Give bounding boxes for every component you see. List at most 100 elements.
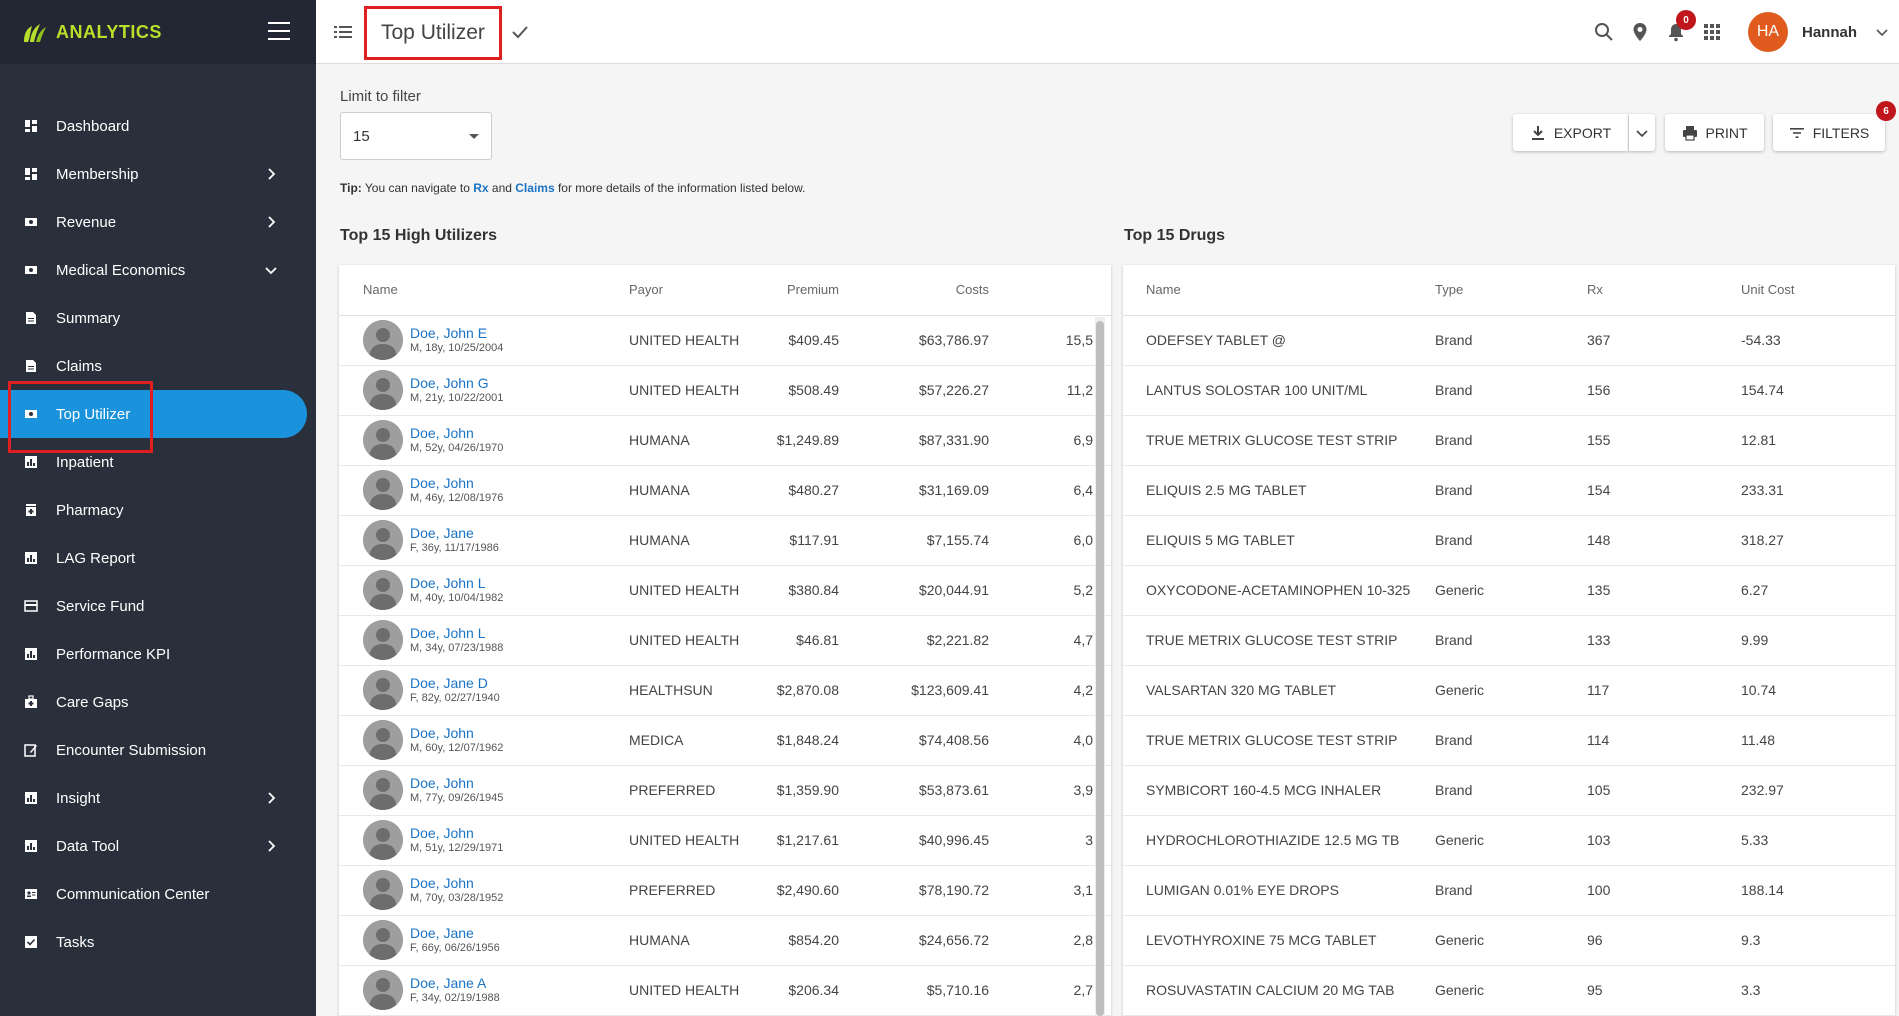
sidebar-item-insight[interactable]: Insight	[0, 774, 316, 822]
table-row[interactable]: TRUE METRIX GLUCOSE TEST STRIP Brand 114 11…	[1123, 715, 1895, 766]
table-row[interactable]: OXYCODONE-ACETAMINOPHEN 10-325 Generic 135…	[1123, 565, 1895, 616]
notifications-button[interactable]: 0	[1658, 10, 1696, 50]
table-row[interactable]: Doe, John M, 52y, 04/26/1970 HUMANA $1,249.…	[339, 415, 1111, 466]
member-name-link[interactable]: Doe, John G	[410, 375, 503, 392]
drug-rx-cell: 96	[1577, 915, 1731, 966]
table-row[interactable]: LUMIGAN 0.01% EYE DROPS Brand 100 188.14	[1123, 865, 1895, 916]
chevron-right-icon[interactable]	[264, 167, 278, 181]
export-button[interactable]: EXPORT	[1513, 114, 1628, 151]
table-row[interactable]: Doe, Jane F, 66y, 06/26/1956 HUMANA $854.20…	[339, 915, 1111, 966]
member-name-link[interactable]: Doe, Jane	[410, 525, 499, 542]
member-name-link[interactable]: Doe, Jane D	[410, 675, 500, 692]
chevron-down-icon[interactable]	[1875, 25, 1889, 39]
table-row[interactable]: Doe, John L M, 40y, 10/04/1982 UNITED HEAL…	[339, 565, 1111, 616]
column-header-drug-name[interactable]: Name	[1123, 265, 1425, 316]
table-row[interactable]: SYMBICORT 160-4.5 MCG INHALER Brand 105 232…	[1123, 765, 1895, 816]
sidebar-item-membership[interactable]: Membership	[0, 150, 316, 198]
member-name-link[interactable]: Doe, John	[410, 825, 503, 842]
table-row[interactable]: LANTUS SOLOSTAR 100 UNIT/ML Brand 156 154.7…	[1123, 365, 1895, 416]
column-header-name[interactable]: Name	[339, 265, 619, 316]
sidebar-item-service-fund[interactable]: Service Fund	[0, 582, 316, 630]
member-name-link[interactable]: Doe, John	[410, 725, 503, 742]
column-header-payor[interactable]: Payor	[619, 265, 739, 316]
chevron-right-icon[interactable]	[264, 839, 278, 853]
member-name-link[interactable]: Doe, John	[410, 475, 503, 492]
table-row[interactable]: ELIQUIS 2.5 MG TABLET Brand 154 233.31	[1123, 465, 1895, 516]
chevron-down-icon[interactable]	[264, 263, 278, 277]
table-row[interactable]: ROSUVASTATIN CALCIUM 20 MG TAB Generic 95 3…	[1123, 965, 1895, 1016]
table-row[interactable]: Doe, John G M, 21y, 10/22/2001 UNITED HEAL…	[339, 365, 1111, 416]
sidebar-item-communication-center[interactable]: Communication Center	[0, 870, 316, 918]
column-header-premium[interactable]: Premium	[739, 265, 849, 316]
costs-cell: $5,710.16	[849, 965, 999, 1016]
rx-link[interactable]: Rx	[473, 181, 488, 195]
column-header-costs[interactable]: Costs	[849, 265, 999, 316]
table-row[interactable]: TRUE METRIX GLUCOSE TEST STRIP Brand 155 12…	[1123, 415, 1895, 466]
table-row[interactable]: HYDROCHLOROTHIAZIDE 12.5 MG TB Generic 103…	[1123, 815, 1895, 866]
user-avatar[interactable]: HA	[1747, 12, 1788, 52]
sidebar-item-pharmacy[interactable]: Pharmacy	[0, 486, 316, 534]
sidebar-item-tasks[interactable]: Tasks	[0, 918, 316, 966]
member-name-link[interactable]: Doe, John L	[410, 625, 503, 642]
scrollbar-thumb[interactable]	[1096, 321, 1104, 1016]
table-row[interactable]: Doe, John M, 60y, 12/07/1962 MEDICA $1,848.…	[339, 715, 1111, 766]
table-row[interactable]: Doe, John M, 46y, 12/08/1976 HUMANA $480.27…	[339, 465, 1111, 516]
member-name-link[interactable]: Doe, John L	[410, 575, 503, 592]
main-content: Limit to filter 15 Tip: You can navigate…	[316, 65, 1899, 1016]
member-name-link[interactable]: Doe, Jane	[410, 925, 500, 942]
person-info: Doe, John M, 77y, 09/26/1945	[410, 775, 503, 805]
column-header-rx[interactable]: Rx	[1577, 265, 1731, 316]
utilizers-scrollbar[interactable]	[1095, 317, 1105, 1016]
menu-toggle-icon[interactable]	[268, 22, 290, 40]
member-name-link[interactable]: Doe, John E	[410, 325, 503, 342]
table-row[interactable]: Doe, Jane A F, 34y, 02/19/1988 UNITED HEAL…	[339, 965, 1111, 1016]
export-dropdown-button[interactable]	[1629, 114, 1655, 151]
drug-unit-cost-cell: 9.99	[1731, 615, 1895, 666]
check-icon[interactable]	[510, 22, 530, 42]
chevron-right-icon[interactable]	[264, 791, 278, 805]
member-name-link[interactable]: Doe, John	[410, 875, 503, 892]
drug-name-cell: TRUE METRIX GLUCOSE TEST STRIP	[1123, 715, 1425, 766]
sidebar-item-care-gaps[interactable]: Care Gaps	[0, 678, 316, 726]
apps-button[interactable]	[1694, 14, 1730, 50]
sidebar-item-dashboard[interactable]: Dashboard	[0, 102, 316, 150]
location-button[interactable]	[1622, 14, 1658, 50]
limit-filter-select[interactable]: 15	[340, 112, 492, 160]
sidebar-item-summary[interactable]: Summary	[0, 294, 316, 342]
list-icon[interactable]	[334, 24, 352, 40]
table-row[interactable]: Doe, John L M, 34y, 07/23/1988 UNITED HEAL…	[339, 615, 1111, 666]
sidebar-item-revenue[interactable]: Revenue	[0, 198, 316, 246]
table-row[interactable]: TRUE METRIX GLUCOSE TEST STRIP Brand 133 9.…	[1123, 615, 1895, 666]
table-row[interactable]: LEVOTHYROXINE 75 MCG TABLET Generic 96 9.3	[1123, 915, 1895, 966]
leaf-logo-icon	[24, 24, 46, 42]
table-row[interactable]: Doe, John M, 77y, 09/26/1945 PREFERRED $1,3…	[339, 765, 1111, 816]
filters-button[interactable]: FILTERS 6	[1773, 101, 1896, 151]
table-row[interactable]: ELIQUIS 5 MG TABLET Brand 148 318.27	[1123, 515, 1895, 566]
chevron-right-icon[interactable]	[264, 215, 278, 229]
sidebar-item-data-tool[interactable]: Data Tool	[0, 822, 316, 870]
table-row[interactable]: Doe, Jane F, 36y, 11/17/1986 HUMANA $117.91…	[339, 515, 1111, 566]
member-name-link[interactable]: Doe, John	[410, 425, 503, 442]
table-row[interactable]: ODEFSEY TABLET @ Brand 367 -54.33	[1123, 315, 1895, 366]
table-row[interactable]: VALSARTAN 320 MG TABLET Generic 117 10.74	[1123, 665, 1895, 716]
member-meta: F, 66y, 06/26/1956	[410, 942, 500, 954]
drug-rx-cell: 95	[1577, 965, 1731, 1016]
table-row[interactable]: Doe, Jane D F, 82y, 02/27/1940 HEALTHSUN $2…	[339, 665, 1111, 716]
sidebar-item-performance-kpi[interactable]: Performance KPI	[0, 630, 316, 678]
column-header-unit-cost[interactable]: Unit Cost	[1731, 265, 1895, 316]
claims-link[interactable]: Claims	[515, 181, 554, 195]
search-button[interactable]	[1586, 14, 1622, 50]
print-button[interactable]: PRINT	[1665, 114, 1764, 151]
member-name-link[interactable]: Doe, Jane A	[410, 975, 500, 992]
user-name[interactable]: Hannah	[1802, 24, 1857, 41]
sidebar-item-lag-report[interactable]: LAG Report	[0, 534, 316, 582]
costs-cell: $123,609.41	[849, 665, 999, 716]
table-row[interactable]: Doe, John M, 51y, 12/29/1971 UNITED HEALTH…	[339, 815, 1111, 866]
member-name-link[interactable]: Doe, John	[410, 775, 503, 792]
column-header-type[interactable]: Type	[1425, 265, 1577, 316]
sidebar-item-encounter-submission[interactable]: Encounter Submission	[0, 726, 316, 774]
table-row[interactable]: Doe, John E M, 18y, 10/25/2004 UNITED HEAL…	[339, 315, 1111, 366]
table-row[interactable]: Doe, John M, 70y, 03/28/1952 PREFERRED $2,4…	[339, 865, 1111, 916]
sidebar-item-medical-economics[interactable]: Medical Economics	[0, 246, 316, 294]
premium-cell: $117.91	[739, 515, 849, 566]
